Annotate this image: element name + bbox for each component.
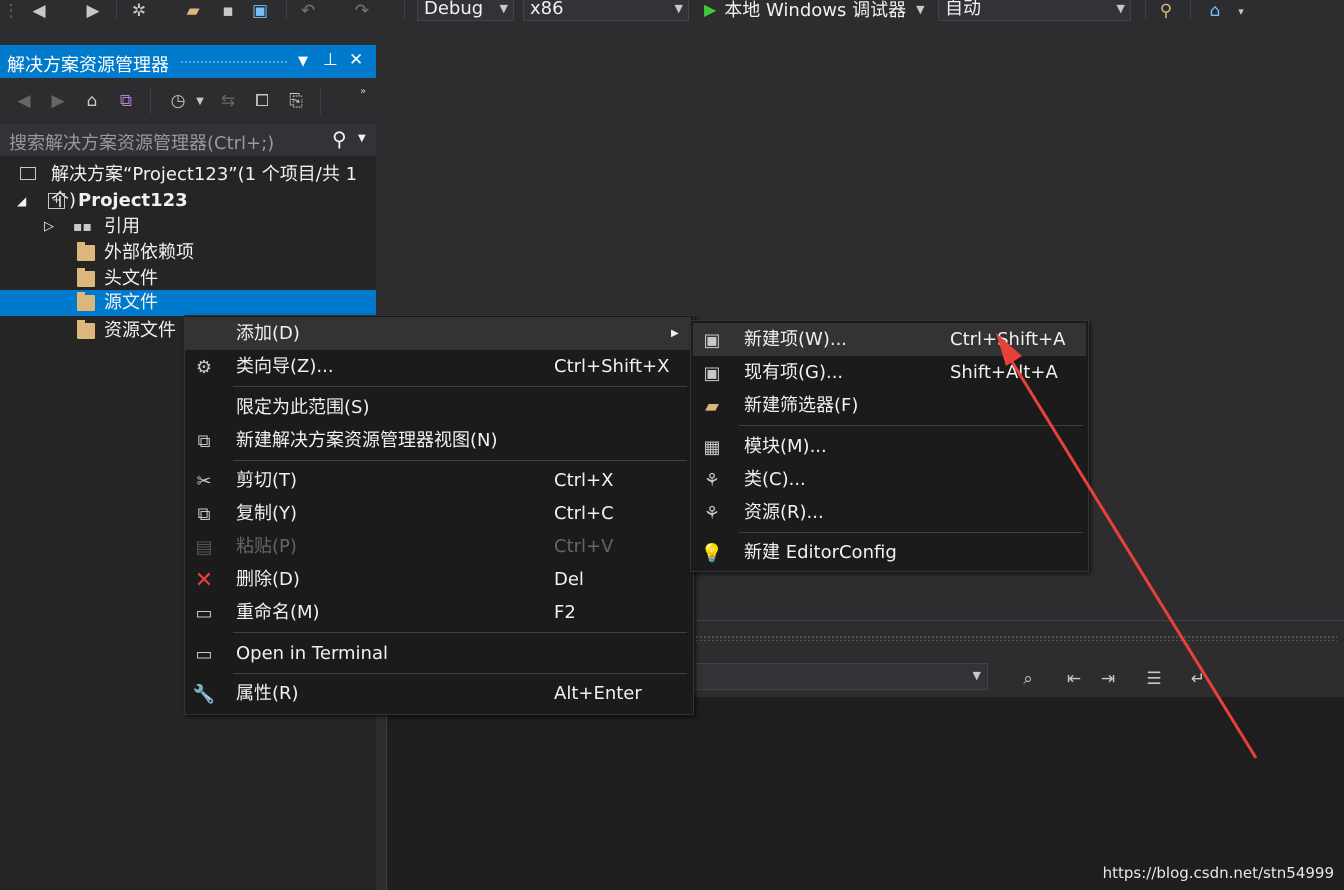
annotation-arrow: [996, 333, 1258, 759]
watermark: https://blog.csdn.net/stn54999: [1102, 864, 1334, 882]
arrow-head: [996, 333, 1022, 366]
arrow-shaft: [1004, 351, 1258, 759]
